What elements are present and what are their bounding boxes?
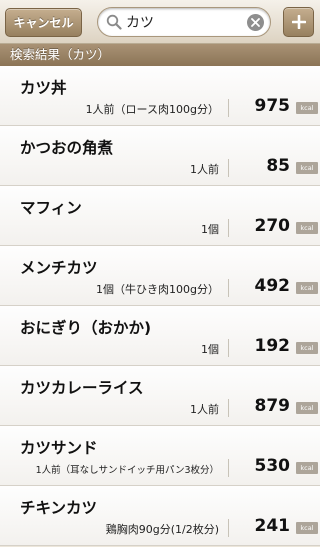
item-calories: 975 xyxy=(254,96,291,116)
item-name: チキンカツ xyxy=(20,499,98,517)
list-item[interactable]: かつおの角煮 1人前 85 kcal xyxy=(0,126,320,186)
kcal-unit-badge: kcal xyxy=(296,222,318,234)
close-icon xyxy=(251,18,260,27)
results-list: カツ丼 1人前（ロース肉100g分） 975 kcal かつおの角煮 1人前 8… xyxy=(0,66,320,546)
divider xyxy=(228,519,229,537)
search-input[interactable] xyxy=(126,11,236,33)
item-portion: 1人前 xyxy=(190,403,219,416)
item-portion: 1人前 xyxy=(190,163,219,176)
item-calories: 879 xyxy=(254,396,291,416)
clear-search-icon[interactable] xyxy=(247,14,264,31)
list-item[interactable]: カツサンド 1人前（耳なしサンドイッチ用パン3枚分） 530 kcal xyxy=(0,426,320,486)
list-item[interactable]: カツ丼 1人前（ロース肉100g分） 975 kcal xyxy=(0,66,320,126)
divider xyxy=(228,219,229,237)
divider xyxy=(228,99,229,117)
divider xyxy=(228,399,229,417)
item-calories: 270 xyxy=(254,216,291,236)
kcal-unit-badge: kcal xyxy=(296,162,318,174)
divider xyxy=(228,159,229,177)
cancel-button[interactable]: キャンセル xyxy=(5,8,82,37)
list-item[interactable]: おにぎり（おかか) 1個 192 kcal xyxy=(0,306,320,366)
section-header: 検索結果（カツ） xyxy=(0,44,320,66)
list-item[interactable]: チキンカツ 鶏胸肉90g分(1/2枚分) 241 kcal xyxy=(0,486,320,546)
divider xyxy=(228,459,229,477)
kcal-unit-badge: kcal xyxy=(296,462,318,474)
item-calories: 492 xyxy=(254,276,291,296)
list-item[interactable]: メンチカツ 1個（牛ひき肉100g分） 492 kcal xyxy=(0,246,320,306)
add-button[interactable] xyxy=(283,7,314,37)
item-portion: 鶏胸肉90g分(1/2枚分) xyxy=(105,523,219,536)
divider xyxy=(228,339,229,357)
item-name: メンチカツ xyxy=(20,259,98,277)
item-portion: 1人前（ロース肉100g分） xyxy=(85,103,219,116)
kcal-unit-badge: kcal xyxy=(296,342,318,354)
item-portion: 1個 xyxy=(201,343,219,356)
search-icon xyxy=(106,14,122,30)
kcal-unit-badge: kcal xyxy=(296,102,318,114)
item-portion: 1個 xyxy=(201,223,219,236)
plus-icon xyxy=(291,15,306,29)
item-name: かつおの角煮 xyxy=(20,139,114,157)
item-portion: 1人前（耳なしサンドイッチ用パン3枚分） xyxy=(35,465,219,476)
kcal-unit-badge: kcal xyxy=(296,402,318,414)
item-name: カツカレーライス xyxy=(20,379,144,397)
item-name: おにぎり（おかか) xyxy=(20,319,152,337)
item-calories: 192 xyxy=(254,336,291,356)
search-field[interactable] xyxy=(97,7,271,37)
item-calories: 241 xyxy=(254,516,291,536)
divider xyxy=(228,279,229,297)
item-name: カツサンド xyxy=(20,439,98,457)
item-calories: 85 xyxy=(266,156,290,176)
item-calories: 530 xyxy=(254,456,291,476)
navigation-bar: キャンセル xyxy=(0,0,320,44)
item-name: カツ丼 xyxy=(20,79,67,97)
list-item[interactable]: カツカレーライス 1人前 879 kcal xyxy=(0,366,320,426)
item-name: マフィン xyxy=(20,199,82,217)
kcal-unit-badge: kcal xyxy=(296,282,318,294)
kcal-unit-badge: kcal xyxy=(296,522,318,534)
item-portion: 1個（牛ひき肉100g分） xyxy=(96,283,219,296)
list-item[interactable]: マフィン 1個 270 kcal xyxy=(0,186,320,246)
